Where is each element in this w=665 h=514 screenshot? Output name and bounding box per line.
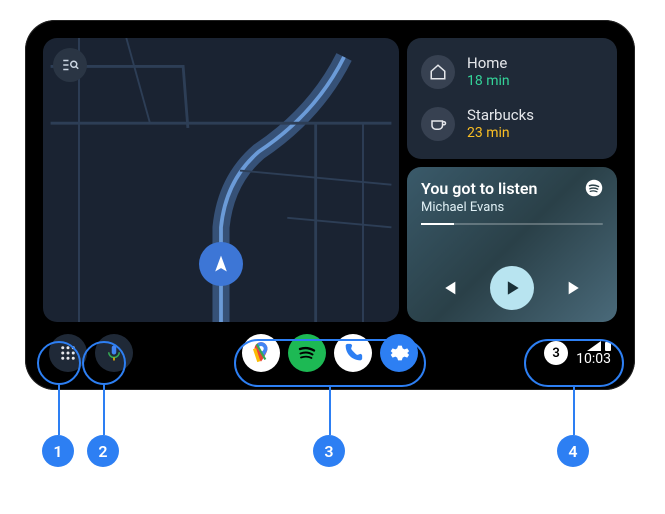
callout-badge-4: 4 [557, 435, 589, 467]
navigation-arrow-icon [211, 254, 231, 274]
microphone-icon [105, 344, 123, 362]
device-frame: Home 18 min Starbucks 23 min [25, 20, 635, 390]
spotify-app-button[interactable] [288, 334, 326, 372]
grid-icon [59, 344, 77, 362]
callout-badge-1: 1 [42, 435, 74, 467]
spotify-icon [585, 179, 603, 197]
next-track-button[interactable] [565, 277, 587, 299]
destinations-card: Home 18 min Starbucks 23 min [407, 38, 617, 159]
search-list-icon [61, 56, 79, 74]
media-progress[interactable] [421, 223, 603, 225]
current-location-marker [199, 242, 243, 286]
callout-badge-3: 3 [313, 435, 345, 467]
screen: Home 18 min Starbucks 23 min [37, 32, 623, 378]
callout-line [58, 385, 60, 435]
callout-line [329, 387, 331, 435]
clock: 10:03 [576, 352, 611, 366]
callout-line [103, 385, 105, 435]
callout-badge-2: 2 [87, 435, 119, 467]
map-search-button[interactable] [53, 48, 87, 82]
voice-assistant-button[interactable] [95, 334, 133, 372]
destination-name: Starbucks [467, 106, 534, 125]
previous-track-button[interactable] [437, 277, 459, 299]
phone-icon [342, 342, 364, 364]
destination-starbucks[interactable]: Starbucks 23 min [411, 98, 613, 150]
app-dock [242, 334, 418, 372]
notification-count[interactable]: 3 [544, 341, 568, 365]
destination-time: 23 min [467, 125, 534, 143]
home-icon [421, 55, 455, 89]
side-panel: Home 18 min Starbucks 23 min [407, 38, 617, 322]
phone-app-button[interactable] [334, 334, 372, 372]
battery-icon [605, 341, 611, 351]
map-panel[interactable] [43, 38, 399, 322]
status-cluster[interactable]: 3 10:03 [544, 341, 611, 366]
nav-bar: 3 10:03 [37, 328, 623, 378]
maps-app-button[interactable] [242, 334, 280, 372]
play-icon [502, 278, 522, 298]
spotify-icon [295, 341, 319, 365]
destination-home[interactable]: Home 18 min [411, 46, 613, 98]
coffee-icon [421, 107, 455, 141]
settings-app-button[interactable] [380, 334, 418, 372]
cellular-signal-icon [587, 341, 601, 351]
app-launcher-button[interactable] [49, 334, 87, 372]
destination-name: Home [467, 54, 510, 73]
play-button[interactable] [490, 266, 534, 310]
content-area: Home 18 min Starbucks 23 min [37, 32, 623, 328]
media-artist: Michael Evans [421, 200, 537, 215]
google-maps-icon [248, 340, 274, 366]
media-track-title: You got to listen [421, 179, 537, 198]
destination-time: 18 min [467, 73, 510, 91]
media-card[interactable]: You got to listen Michael Evans [407, 167, 617, 323]
callout-line [573, 387, 575, 435]
gear-icon [388, 342, 410, 364]
